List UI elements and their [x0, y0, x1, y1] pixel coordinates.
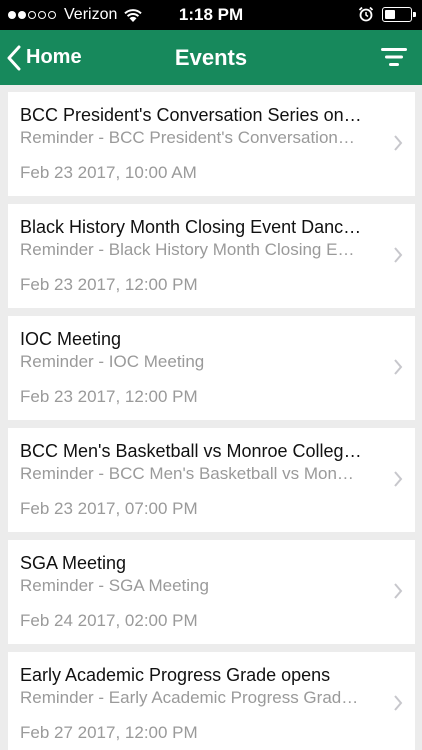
event-title: IOC Meeting — [20, 329, 122, 349]
event-card[interactable]: BCC Men's Basketball vs Monroe Colleg… R… — [8, 428, 415, 532]
alarm-clock-icon — [358, 6, 374, 22]
chevron-right-icon — [394, 583, 403, 599]
events-list: BCC President's Conversation Series on… … — [8, 92, 415, 750]
event-title: Black History Month Closing Event Danc… — [20, 217, 362, 237]
event-subtitle: Reminder - IOC Meeting — [20, 352, 205, 371]
chevron-right-icon — [394, 135, 403, 151]
event-title: Early Academic Progress Grade opens — [20, 665, 331, 685]
event-subtitle: Reminder - Black History Month Closing E… — [20, 240, 355, 259]
event-date: Feb 23 2017, 12:00 PM — [20, 387, 198, 406]
event-card[interactable]: Black History Month Closing Event Danc… … — [8, 204, 415, 308]
event-subtitle: Reminder - Early Academic Progress Grad… — [20, 688, 359, 707]
navigation-bar: Home Events — [0, 30, 422, 85]
event-title: SGA Meeting — [20, 553, 127, 573]
chevron-right-icon — [394, 247, 403, 263]
chevron-right-icon — [394, 471, 403, 487]
event-date: Feb 23 2017, 12:00 PM — [20, 275, 198, 294]
status-bar: Verizon 1:18 PM — [0, 0, 422, 30]
event-date: Feb 23 2017, 10:00 AM — [20, 163, 197, 182]
event-title: BCC Men's Basketball vs Monroe Colleg… — [20, 441, 362, 461]
event-title: BCC President's Conversation Series on… — [20, 105, 362, 125]
event-subtitle: Reminder - BCC President's Conversation… — [20, 128, 355, 147]
event-date: Feb 27 2017, 12:00 PM — [20, 723, 198, 742]
filter-icon[interactable] — [380, 44, 408, 70]
status-bar-right — [358, 6, 416, 22]
event-card[interactable]: IOC Meeting Reminder - IOC Meeting Feb 2… — [8, 316, 415, 420]
event-card[interactable]: Early Academic Progress Grade opens Remi… — [8, 652, 415, 750]
chevron-left-icon — [7, 45, 21, 70]
event-date: Feb 24 2017, 02:00 PM — [20, 611, 198, 630]
battery-icon — [382, 6, 416, 22]
back-button[interactable]: Home — [6, 30, 82, 85]
event-card[interactable]: SGA Meeting Reminder - SGA Meeting Feb 2… — [8, 540, 415, 644]
event-date: Feb 23 2017, 07:00 PM — [20, 499, 198, 518]
event-card[interactable]: BCC President's Conversation Series on… … — [8, 92, 415, 196]
chevron-right-icon — [394, 695, 403, 711]
back-button-label: Home — [26, 46, 82, 68]
event-subtitle: Reminder - BCC Men's Basketball vs Mon… — [20, 464, 354, 483]
event-subtitle: Reminder - SGA Meeting — [20, 576, 209, 595]
chevron-right-icon — [394, 359, 403, 375]
